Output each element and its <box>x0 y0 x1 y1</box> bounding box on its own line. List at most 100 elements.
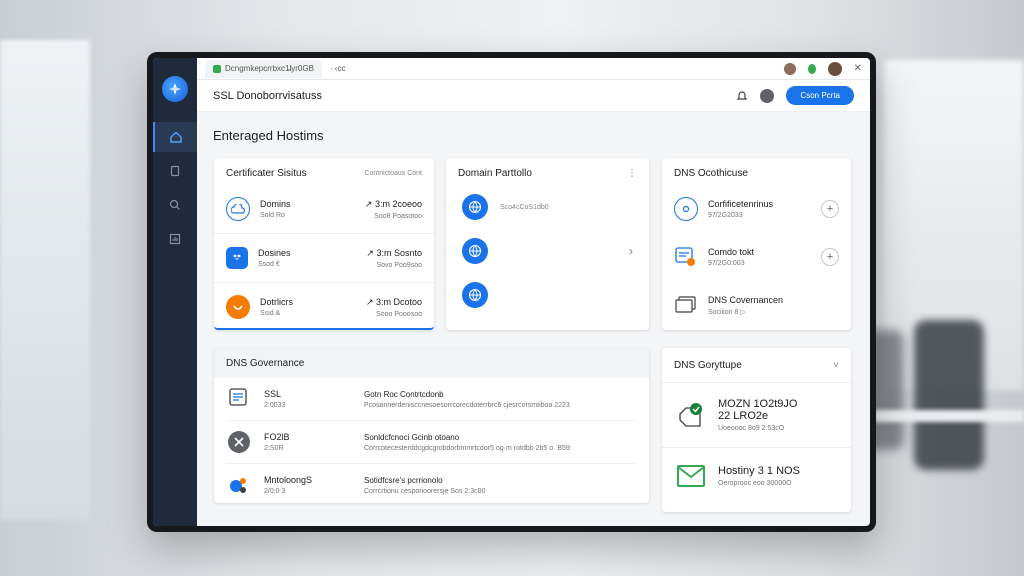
verified-box-icon <box>676 400 706 430</box>
mail-icon <box>676 464 706 488</box>
item-sub: 97/2G0:003 <box>708 260 745 267</box>
list-item[interactable]: DNS Covernancen Sociiion 8 ▷ <box>662 281 851 329</box>
stat-row: Hostiny 3 1 NOS Oeroprooc eoo 30000O <box>662 448 851 504</box>
row-desc: Pcosannerdenisccnesoesorrcorecdoterrbrc6… <box>364 401 570 409</box>
item-name: Corfificetenrinus <box>708 199 774 209</box>
certificate-status-card: Certificater Sisitus Contnictoaus Cont D… <box>214 158 434 330</box>
list-item[interactable]: Dosines Ssod € ↗ 3:m Sosnto Sovo Poo9soo <box>214 234 434 282</box>
item-value: ↗ 3:m 2coeoo <box>364 198 422 209</box>
app-title: SSL Donoborrvisatuss <box>213 89 323 102</box>
card-title: Domain Parttollo <box>458 168 532 179</box>
close-icon[interactable]: ✕ <box>854 63 862 74</box>
background-chair-main <box>914 320 984 470</box>
list-item[interactable]: Dotrlicrs Ssid & ↗ 3:m Dcotoo Sooo Pooos… <box>214 283 434 331</box>
table-row[interactable]: SSL 2:0033 Gotn Roc Contrtcdonb Pcosanne… <box>214 378 649 420</box>
stat-title-line2: 22 LRO2e <box>718 410 769 422</box>
sidebar-item-search[interactable] <box>153 190 197 220</box>
row-sub: 2/0:0 3 <box>264 488 286 495</box>
profile-avatar[interactable] <box>783 62 796 75</box>
stat-row: MOZN 1O2t9JO 22 LRO2e Uoeoooc 8o9 2:53cO <box>662 383 851 447</box>
sidebar-item-reports[interactable] <box>153 224 197 254</box>
domain-portfolio-card: Domain Parttollo ⋮ Sco4cCoS1db0 › <box>446 158 649 330</box>
file-sync-icon <box>674 245 698 269</box>
chart-icon <box>169 233 181 245</box>
home-icon <box>170 131 182 143</box>
card-title: DNS Ocothicuse <box>674 168 748 179</box>
stat-title: Hostiny 3 1 NOS <box>718 465 800 477</box>
app-header: SSL Donoborrvisatuss Cson Pcrta <box>197 80 870 112</box>
table-row[interactable]: FO2lB 2:S0R Sonldcfcnoci Gcinb otoano Co… <box>214 421 649 463</box>
sidebar-item-home[interactable] <box>153 122 197 152</box>
background-window <box>0 40 90 520</box>
stat-sub: Uoeoooc 8o9 2:53cO <box>718 425 785 432</box>
card-title: DNS Goryttupe <box>674 359 742 371</box>
row-name: FO2lB <box>264 432 290 442</box>
network-icon <box>228 474 250 496</box>
item-sub: Ssod € <box>258 261 280 268</box>
item-sub: Sold Ro <box>260 212 285 219</box>
card-title: DNS Governance <box>226 357 305 369</box>
card-title: Certificater Sisitus <box>226 168 307 179</box>
browser-bar: Dcngmkepcrrbxc1̶lyr0GB · ‹cc ✕ <box>197 58 870 80</box>
list-item[interactable]: Domins Sold Ro ↗ 3:m 2coeoo Soo8 Poasoto… <box>214 185 434 233</box>
row-title: Gotn Roc Contrtcdonb <box>364 389 444 399</box>
globe-icon <box>462 194 488 220</box>
page-title: Enteraged Hostims <box>213 128 324 143</box>
list-item[interactable]: Comdo tokt 97/2G0:003 + <box>662 233 851 281</box>
tools-icon <box>228 431 250 453</box>
stat-title: MOZN 1O2t9JO <box>718 398 798 410</box>
address-bar[interactable]: · ‹cc <box>330 64 346 73</box>
item-value: ↗ 3:m Dcotoo <box>365 296 422 307</box>
row-sub: 2:0033 <box>264 402 286 409</box>
shield-icon <box>226 295 250 319</box>
row-name: SSL <box>264 389 282 399</box>
item-name: Dotrlicrs <box>260 297 293 307</box>
card-link[interactable]: Contnictoaus Cont <box>364 170 422 177</box>
item-name: DNS Covernancen <box>708 294 784 305</box>
item-name: Dosines <box>258 248 291 258</box>
document-icon <box>170 165 180 177</box>
brand-logo[interactable] <box>162 76 188 102</box>
chevron-down-icon[interactable]: ˅ <box>833 360 839 371</box>
tab-title: Dcngmkepcrrbxc1̶lyr0GB <box>225 64 314 73</box>
table-row[interactable]: MntoloongS 2/0:0 3 Sotidfcsre’s pcrriono… <box>214 464 649 506</box>
tab-favicon-icon <box>213 64 221 73</box>
add-button[interactable]: + <box>821 200 839 218</box>
list-item[interactable] <box>446 273 649 317</box>
row-desc: Corrcotecesterddcgdcgrobdorbmmrtcdor5 og… <box>364 444 572 452</box>
monitor: Dcngmkepcrrbxc1̶lyr0GB · ‹cc ✕ SSL Donob… <box>147 52 876 532</box>
bell-icon[interactable] <box>736 90 748 102</box>
stat-sub: Oeroprooc eoo 30000O <box>718 480 792 487</box>
sidebar <box>153 58 197 526</box>
item-value-sub: Sooo Pooosoo <box>376 310 422 318</box>
globe-icon <box>462 238 488 264</box>
list-item[interactable]: Sco4cCoS1db0 <box>446 185 649 229</box>
row-title: Sonldcfcnoci Gcinb otoano <box>364 432 460 442</box>
add-button[interactable]: + <box>821 248 839 266</box>
dns-group-card: DNS Goryttupe ˅ MOZN 1O2t9JO 22 LRO2e Uo… <box>662 348 851 512</box>
browser-tab[interactable]: Dcngmkepcrrbxc1̶lyr0GB <box>205 59 322 78</box>
app-screen: Dcngmkepcrrbxc1̶lyr0GB · ‹cc ✕ SSL Donob… <box>153 58 870 526</box>
list-item[interactable]: › <box>446 229 649 273</box>
list-item[interactable]: Corfificetenrinus 97/2G2033 + <box>662 185 851 233</box>
extension-icon[interactable] <box>807 63 816 74</box>
user-avatar[interactable] <box>827 61 842 76</box>
account-avatar[interactable] <box>760 88 775 103</box>
item-sub[interactable]: Sociiion 8 ▷ <box>708 308 783 316</box>
folder-icon <box>674 293 698 317</box>
cloud-icon <box>226 197 250 221</box>
row-title: Sotidfcsre’s pcrrionolo <box>364 475 443 485</box>
background-desk <box>874 410 1024 422</box>
sidebar-item-documents[interactable] <box>153 156 197 186</box>
dns-governance-card: DNS Governance SSL 2:0033 Gotn Roc Contr… <box>214 348 649 503</box>
item-sub: Ssid & <box>260 310 281 317</box>
primary-action-button[interactable]: Cson Pcrta <box>786 86 854 105</box>
dns-context-card: DNS Ocothicuse Corfificetenrinus 97/2G20… <box>662 158 851 330</box>
dropbox-icon <box>226 247 248 269</box>
row-name: MntoloongS <box>264 475 313 485</box>
more-menu-icon[interactable]: ⋮ <box>627 168 637 179</box>
item-value: ↗ 3:m Sosnto <box>366 247 422 258</box>
chevron-right-icon[interactable]: › <box>629 244 633 258</box>
item-label: Sco4cCoS1db0 <box>500 203 549 211</box>
location-pin-icon <box>674 197 698 221</box>
